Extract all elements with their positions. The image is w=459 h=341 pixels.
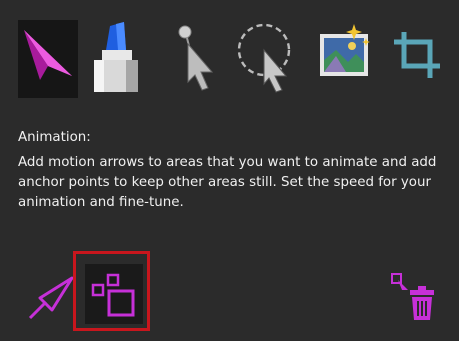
add-motion-arrow-button[interactable] xyxy=(26,272,74,322)
motion-arrow-tool[interactable] xyxy=(18,20,78,98)
sky-overlay-icon xyxy=(320,24,370,76)
tool-description-body: Add motion arrows to areas that you want… xyxy=(18,155,437,210)
anchor-point-tool[interactable] xyxy=(168,20,228,98)
selection-tool-icon xyxy=(237,23,291,93)
sky-overlay-tool[interactable] xyxy=(316,20,376,98)
anchor-point-tool-icon xyxy=(178,25,214,91)
highlight-frame xyxy=(73,251,150,331)
tool-bar xyxy=(0,0,459,110)
tool-description-heading: Animation: xyxy=(18,130,91,145)
eraser-tool-icon xyxy=(94,22,138,92)
eraser-tool[interactable] xyxy=(86,20,146,98)
delete-selection-icon xyxy=(391,273,434,320)
tool-description: Animation: Add motion arrows to areas th… xyxy=(18,128,448,213)
crop-tool[interactable] xyxy=(388,20,448,98)
add-motion-arrow-icon xyxy=(28,276,74,320)
crop-icon xyxy=(394,32,440,78)
selection-tool[interactable] xyxy=(234,20,294,98)
motion-arrow-tool-icon xyxy=(24,30,72,80)
delete-selection-button[interactable] xyxy=(388,270,440,324)
